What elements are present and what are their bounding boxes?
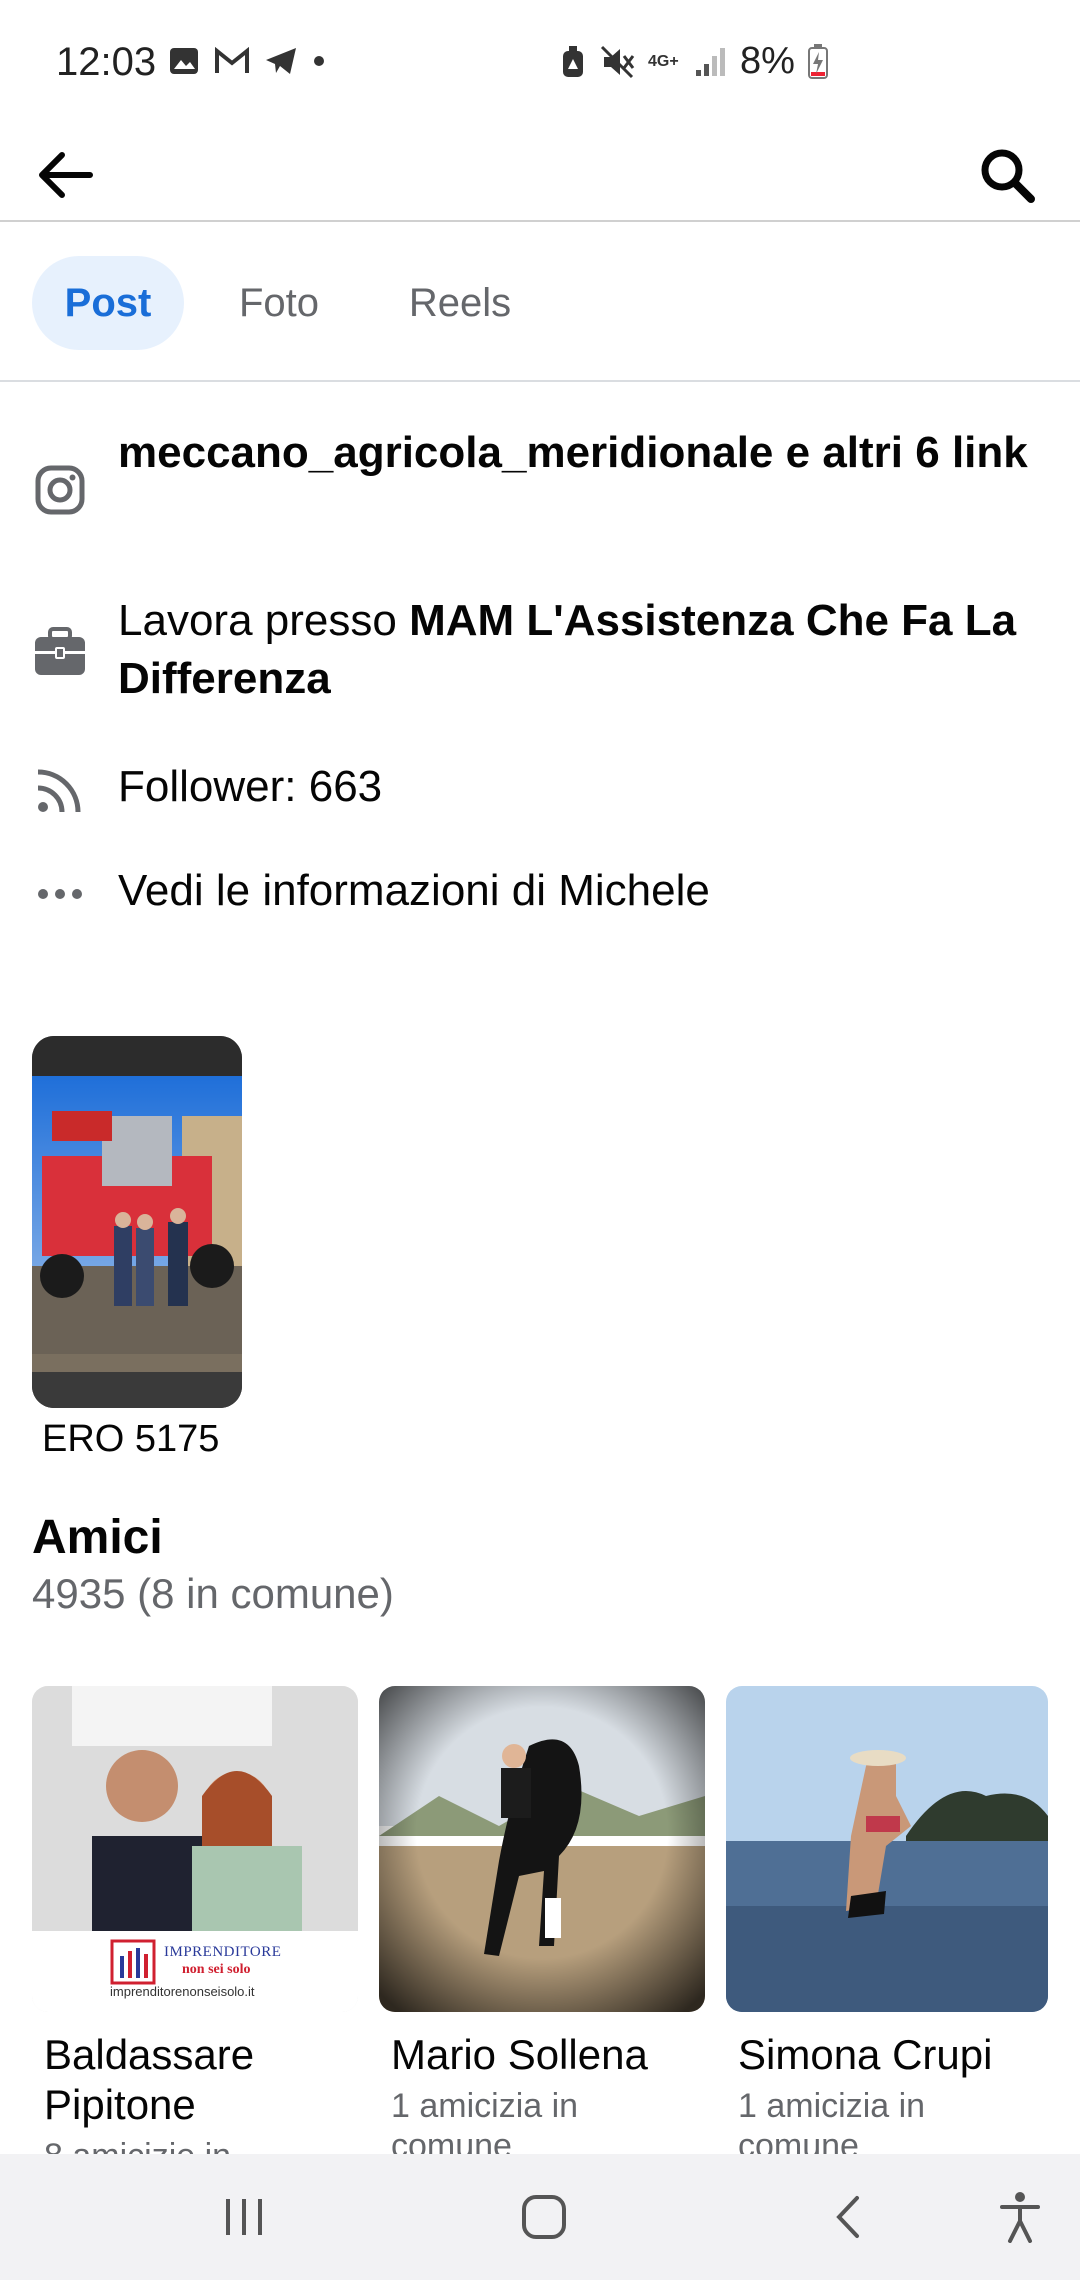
- back-button[interactable]: [30, 140, 100, 210]
- mute-icon: [600, 45, 635, 78]
- status-left-icons: [168, 46, 326, 76]
- friend-card[interactable]: Mario Sollena 1 amicizia in comune: [379, 1686, 705, 2154]
- featured-story-label: ERO 5175: [42, 1418, 220, 1460]
- top-bar: [0, 130, 1080, 222]
- featured-story-card[interactable]: [32, 1036, 242, 1408]
- featured-image: [32, 1036, 242, 1408]
- dot-icon: [314, 56, 324, 66]
- arrow-left-icon: [39, 152, 93, 198]
- recents-button[interactable]: [204, 2182, 284, 2252]
- imprenditore-badge-url: imprenditorenonseisolo.it: [110, 1984, 255, 1999]
- chevron-left-icon: [836, 2196, 859, 2238]
- gmail-icon: [215, 47, 249, 73]
- battery-percent: 8%: [740, 40, 795, 82]
- system-nav-bar: [0, 2154, 1080, 2280]
- battery-charging-icon: [807, 43, 828, 79]
- instagram-icon: [30, 460, 90, 520]
- profile-tabs: Post Foto Reels: [0, 224, 1080, 382]
- back-nav-button[interactable]: [808, 2182, 888, 2252]
- network-icon: 4G+: [648, 52, 679, 70]
- status-right-icons: 4G+ 8%: [558, 40, 829, 83]
- accessibility-icon: [1000, 2192, 1040, 2243]
- home-button[interactable]: [504, 2182, 584, 2252]
- friends-title[interactable]: Amici: [32, 1510, 163, 1565]
- friends-count: 4935 (8 in comune): [32, 1570, 394, 1617]
- friend-card[interactable]: IMPRENDITORE non sei solo imprenditoreno…: [32, 1686, 358, 2154]
- friend-photo-image: [379, 1686, 705, 2012]
- image-icon: [170, 48, 198, 74]
- telegram-icon: [266, 48, 296, 74]
- alarm-icon: [563, 45, 583, 77]
- friend-mutual: 8 amicizie in comune: [32, 2136, 358, 2154]
- friend-name[interactable]: Baldassare Pipitone: [32, 2030, 358, 2130]
- tab-foto[interactable]: Foto: [214, 256, 344, 350]
- friend-name[interactable]: Mario Sollena: [379, 2030, 705, 2080]
- intro-instagram-row[interactable]: meccano_agricola_meridionale e altri 6 l…: [0, 424, 1080, 544]
- tab-post[interactable]: Post: [32, 256, 184, 350]
- intro-about-row[interactable]: Vedi le informazioni di Michele: [0, 862, 1080, 924]
- imprenditore-badge-title: IMPRENDITORE: [164, 1944, 282, 1960]
- status-bar: 12:03 4G+ 8%: [0, 0, 1080, 130]
- followers-text: Follower: 663: [118, 762, 383, 811]
- briefcase-icon: [30, 622, 90, 682]
- signal-icon: [696, 47, 725, 76]
- friend-photo: [726, 1686, 1048, 2012]
- work-prefix: Lavora presso: [118, 596, 410, 645]
- instagram-link-text[interactable]: meccano_agricola_meridionale e altri 6 l…: [118, 428, 1028, 477]
- tab-reels[interactable]: Reels: [386, 256, 534, 350]
- imprenditore-badge-sub: non sei solo: [182, 1962, 251, 1977]
- friends-grid: IMPRENDITORE non sei solo imprenditoreno…: [0, 1686, 1080, 2154]
- search-button[interactable]: [972, 140, 1042, 210]
- friend-photo-image: [726, 1686, 1048, 2012]
- intro-followers-row[interactable]: Follower: 663: [0, 758, 1080, 820]
- home-icon: [522, 2195, 566, 2239]
- recents-icon: [226, 2199, 262, 2235]
- status-time: 12:03: [56, 40, 157, 84]
- accessibility-button[interactable]: [980, 2182, 1060, 2252]
- friend-mutual: 1 amicizia in comune: [738, 2087, 926, 2154]
- more-dots-icon: [30, 864, 90, 924]
- friend-card[interactable]: Simona Crupi 1 amicizia in comune: [726, 1686, 1048, 2154]
- friend-mutual: 1 amicizia in comune: [391, 2087, 579, 2154]
- search-icon: [981, 149, 1035, 203]
- friend-photo: [379, 1686, 705, 2012]
- intro-work-row[interactable]: Lavora presso MAM L'Assistenza Che Fa La…: [0, 592, 1080, 712]
- about-link-text[interactable]: Vedi le informazioni di Michele: [118, 862, 1038, 920]
- friend-photo: IMPRENDITORE non sei solo imprenditoreno…: [32, 1686, 358, 2012]
- friend-name[interactable]: Simona Crupi: [726, 2030, 1048, 2080]
- rss-icon: [30, 760, 90, 820]
